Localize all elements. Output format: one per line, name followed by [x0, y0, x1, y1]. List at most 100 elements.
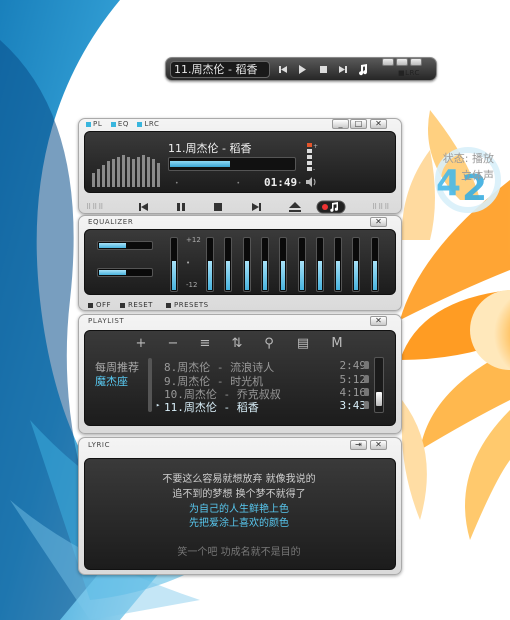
tab-eq-label: EQ	[117, 120, 129, 128]
stop-button[interactable]	[205, 199, 231, 213]
visualizer-bar	[132, 159, 135, 187]
playlist-mode-button[interactable]: M	[326, 337, 348, 351]
visualizer-bar	[157, 163, 160, 187]
mini-stop-button[interactable]	[316, 62, 330, 77]
lyric-pin-button[interactable]: ⇥	[350, 440, 367, 450]
eq-presets-button[interactable]: PRESETS	[166, 301, 209, 309]
play-icon	[299, 65, 306, 74]
eq-band-slider[interactable]	[352, 237, 361, 292]
eq-presets-label: PRESETS	[174, 301, 209, 309]
pause-button[interactable]	[168, 199, 194, 213]
eq-band-slider[interactable]	[279, 237, 288, 292]
playlist-file-button[interactable]: ▤	[292, 337, 314, 351]
player-tabs: PL EQ LRC	[86, 120, 160, 128]
playlist-category-album[interactable]: 魔杰座	[95, 373, 128, 389]
volume-meter[interactable]: + -	[306, 143, 318, 179]
visualizer-bar	[107, 161, 110, 187]
visualizer-bar	[142, 155, 145, 187]
eq-preamp-slider[interactable]	[170, 237, 178, 292]
eq-band-slider[interactable]	[334, 237, 343, 292]
speaker-icon[interactable]	[305, 177, 317, 187]
eq-band-slider[interactable]	[206, 237, 214, 292]
visualizer-bar	[127, 157, 130, 187]
lyric-close-button[interactable]: ✕	[370, 440, 387, 450]
eject-button[interactable]	[282, 199, 308, 213]
grip-left: ⠿⠿⠿	[86, 203, 105, 211]
tab-pl[interactable]: PL	[86, 120, 102, 128]
eq-balance-slider-1[interactable]	[97, 241, 153, 250]
eq-band-fill	[317, 260, 322, 290]
seek-bar[interactable]	[168, 157, 296, 171]
lyric-toggle-button[interactable]	[316, 199, 346, 214]
lyric-line: 笑一个吧 功成名就不是目的	[177, 547, 301, 558]
eq-band-slider[interactable]	[370, 237, 379, 292]
lock-icon	[364, 375, 369, 383]
eq-band-fill	[208, 260, 212, 290]
eq-band-slider[interactable]	[224, 237, 233, 292]
mini-prev-button[interactable]	[276, 62, 290, 77]
mini-next-button[interactable]	[336, 62, 350, 77]
playlist-divider	[148, 358, 152, 412]
eq-balance-slider-2[interactable]	[97, 268, 153, 277]
playlist-close-button[interactable]: ✕	[370, 316, 387, 326]
prev-icon	[139, 203, 148, 211]
playlist-list-button[interactable]: ≡	[194, 337, 216, 351]
player-close-button[interactable]: ✕	[370, 119, 387, 129]
eq-presets-indicator	[166, 302, 171, 308]
eq-band-fill	[226, 260, 231, 290]
eq-band-fill	[262, 260, 267, 290]
playlist-search-button[interactable]: ⚲	[258, 337, 280, 351]
pause-icon	[177, 203, 185, 211]
mini-song-title[interactable]: 11.周杰伦 - 稻香	[170, 61, 270, 78]
playlist-row[interactable]: 9.周杰伦 - 时光机 5:12	[156, 373, 374, 388]
now-playing-title: 11.周杰伦 - 稻香	[168, 142, 252, 155]
grip-right: ⠿⠿⠿	[372, 203, 391, 211]
eq-off-indicator	[88, 302, 93, 308]
playlist-row[interactable]: 8.周杰伦 - 流浪诗人 2:49	[156, 359, 374, 374]
spectrum-visualizer	[92, 155, 160, 187]
eq-reset-button[interactable]: RESET	[120, 301, 153, 309]
mini-play-button[interactable]	[295, 62, 309, 77]
equalizer-display	[84, 229, 396, 295]
eq-balance-fill-1	[99, 243, 126, 248]
music-note-icon	[359, 64, 368, 76]
player-minimize-button[interactable]: _	[332, 119, 349, 129]
mini-close-button[interactable]	[410, 58, 422, 66]
eq-scale-mid: •	[186, 259, 191, 267]
lyric-line: 不要这么容易就想放弃 就像我说的	[162, 474, 316, 485]
tab-eq[interactable]: EQ	[110, 120, 129, 128]
music-note-icon	[316, 200, 346, 214]
playlist-title: PLAYLIST	[88, 317, 125, 325]
playlist-row[interactable]: 10.周杰伦 - 乔克叔叔 4:16	[156, 386, 374, 401]
eq-off-toggle[interactable]: OFF	[88, 301, 111, 309]
equalizer-close-button[interactable]: ✕	[370, 217, 387, 227]
stop-icon	[320, 66, 327, 73]
eq-reset-label: RESET	[128, 301, 153, 309]
tab-lrc[interactable]: LRC	[137, 120, 159, 128]
track-title: 11.周杰伦 - 稻香	[164, 401, 259, 414]
tab-lrc-label: LRC	[144, 120, 160, 128]
playback-controls: ⠿⠿⠿ ⠿⠿⠿	[86, 199, 396, 214]
mini-lyric-toggle[interactable]	[356, 62, 370, 77]
playlist-sort-button[interactable]: ⇅	[226, 337, 248, 351]
playlist-remove-button[interactable]: −	[162, 337, 184, 351]
mini-minimize-button[interactable]	[382, 58, 394, 66]
visualizer-bar	[102, 165, 105, 187]
next-button[interactable]	[243, 199, 269, 213]
playlist-scroll-thumb[interactable]	[376, 392, 382, 406]
playlist-scrollbar[interactable]	[374, 357, 384, 413]
eq-band-slider[interactable]	[315, 237, 324, 292]
eq-band-slider[interactable]	[260, 237, 269, 292]
playlist-row-active[interactable]: ▸ 11.周杰伦 - 稻香 3:43	[156, 399, 374, 414]
eq-band-slider[interactable]	[297, 237, 306, 292]
svg-text:+: +	[313, 143, 318, 150]
audio-mode: 立体声	[461, 169, 494, 182]
player-maximize-button[interactable]: □	[350, 119, 367, 129]
eq-band-fill	[372, 260, 377, 290]
seek-progress	[170, 161, 231, 167]
mini-restore-button[interactable]	[396, 58, 408, 66]
prev-button[interactable]	[131, 199, 157, 213]
playlist-add-button[interactable]: +	[130, 337, 152, 351]
eq-band-slider[interactable]	[242, 237, 251, 292]
lyric-title: LYRIC	[88, 441, 111, 449]
